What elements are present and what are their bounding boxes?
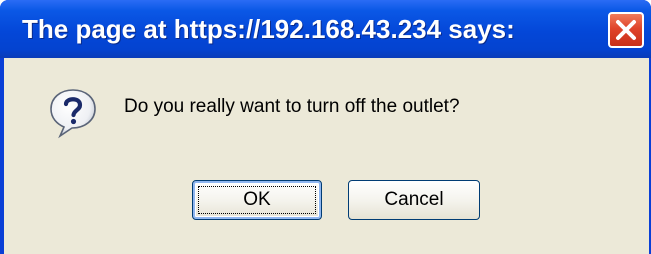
cancel-button[interactable]: Cancel [348,180,480,220]
question-icon [48,87,98,139]
title-bar[interactable]: The page at https://192.168.43.234 says: [0,0,651,58]
close-button[interactable] [608,12,644,48]
dialog-window: The page at https://192.168.43.234 says: [0,0,651,254]
ok-button-label: OK [243,189,271,210]
cancel-button-label: Cancel [384,189,444,210]
close-icon [616,20,636,40]
dialog-body: Do you really want to turn off the outle… [4,58,649,254]
ok-button[interactable]: OK [192,180,322,220]
dialog-title: The page at https://192.168.43.234 says: [22,14,515,44]
dialog-message: Do you really want to turn off the outle… [124,96,460,117]
